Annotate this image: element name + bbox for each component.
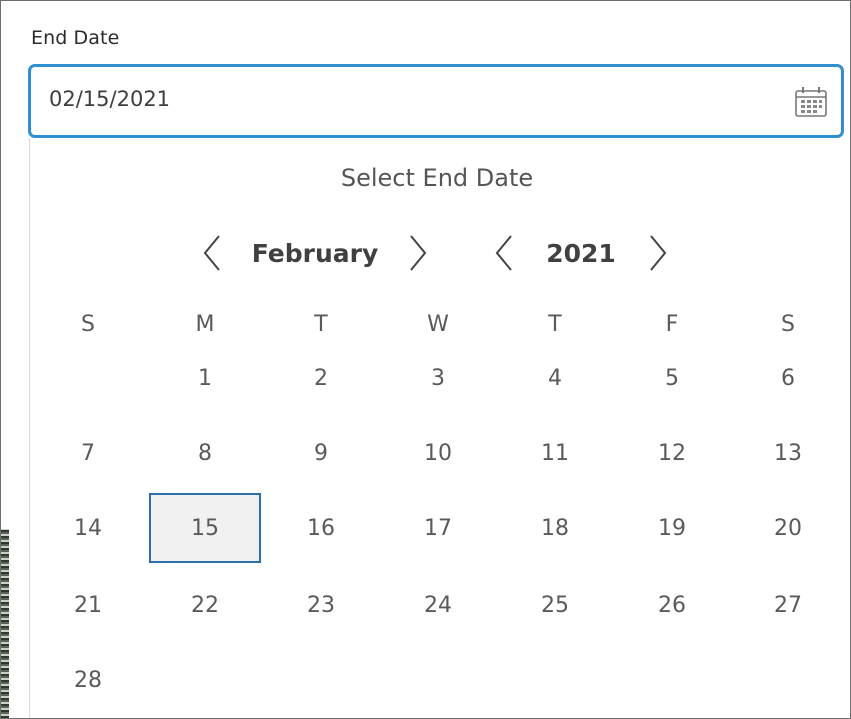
end-date-field[interactable] bbox=[28, 64, 844, 138]
day-cell[interactable]: 3 bbox=[380, 364, 496, 394]
weekday-header: W bbox=[427, 312, 449, 337]
weekday-header: M bbox=[195, 312, 215, 337]
background-image-strip bbox=[1, 529, 9, 718]
day-cell[interactable]: 6 bbox=[730, 364, 846, 394]
day-cell[interactable]: 18 bbox=[497, 514, 613, 544]
day-cell[interactable]: 12 bbox=[614, 439, 730, 469]
next-month-button[interactable] bbox=[404, 233, 432, 273]
prev-year-button[interactable] bbox=[490, 233, 518, 273]
day-cell[interactable]: 4 bbox=[497, 364, 613, 394]
day-cell[interactable]: 13 bbox=[730, 439, 846, 469]
day-cell[interactable]: 19 bbox=[614, 514, 730, 544]
calendar-dropdown: Select End Date February 2021 S M T W T … bbox=[29, 138, 844, 718]
day-cell[interactable]: 23 bbox=[263, 591, 379, 621]
end-date-input[interactable] bbox=[49, 87, 749, 111]
day-cell[interactable]: 20 bbox=[730, 514, 846, 544]
year-navigator: 2021 bbox=[490, 231, 672, 275]
day-cell[interactable]: 25 bbox=[497, 591, 613, 621]
month-label: February bbox=[251, 238, 379, 268]
day-cell[interactable]: 5 bbox=[614, 364, 730, 394]
day-cell[interactable]: 28 bbox=[30, 666, 146, 696]
weekday-header: S bbox=[781, 312, 795, 337]
weekday-header: F bbox=[665, 312, 679, 337]
day-cell-selected[interactable]: 15 bbox=[147, 514, 263, 544]
day-cell[interactable]: 17 bbox=[380, 514, 496, 544]
prev-month-button[interactable] bbox=[198, 233, 226, 273]
weekday-header: S bbox=[81, 312, 95, 337]
day-cell[interactable]: 9 bbox=[263, 439, 379, 469]
chevron-right-icon bbox=[410, 235, 427, 271]
day-cell[interactable]: 10 bbox=[380, 439, 496, 469]
day-cell[interactable]: 24 bbox=[380, 591, 496, 621]
day-cell[interactable]: 11 bbox=[497, 439, 613, 469]
date-picker-window: End Date Select End Date bbox=[0, 0, 851, 719]
day-cell[interactable]: 2 bbox=[263, 364, 379, 394]
day-cell[interactable]: 26 bbox=[614, 591, 730, 621]
day-cell[interactable]: 1 bbox=[147, 364, 263, 394]
end-date-label: End Date bbox=[31, 27, 120, 49]
day-cell[interactable]: 7 bbox=[30, 439, 146, 469]
weekday-header: T bbox=[548, 312, 562, 337]
chevron-right-icon bbox=[650, 235, 667, 271]
chevron-left-icon bbox=[495, 235, 512, 271]
day-cell[interactable]: 22 bbox=[147, 591, 263, 621]
chevron-left-icon bbox=[203, 235, 220, 271]
day-cell[interactable]: 14 bbox=[30, 514, 146, 544]
next-year-button[interactable] bbox=[644, 233, 672, 273]
picker-title: Select End Date bbox=[340, 164, 534, 192]
day-cell[interactable]: 21 bbox=[30, 591, 146, 621]
day-cell[interactable]: 16 bbox=[263, 514, 379, 544]
year-label: 2021 bbox=[546, 238, 616, 268]
day-cell[interactable]: 27 bbox=[730, 591, 846, 621]
month-navigator: February bbox=[198, 231, 432, 275]
day-cell[interactable]: 8 bbox=[147, 439, 263, 469]
weekday-header: T bbox=[314, 312, 328, 337]
calendar-icon[interactable] bbox=[793, 85, 829, 119]
